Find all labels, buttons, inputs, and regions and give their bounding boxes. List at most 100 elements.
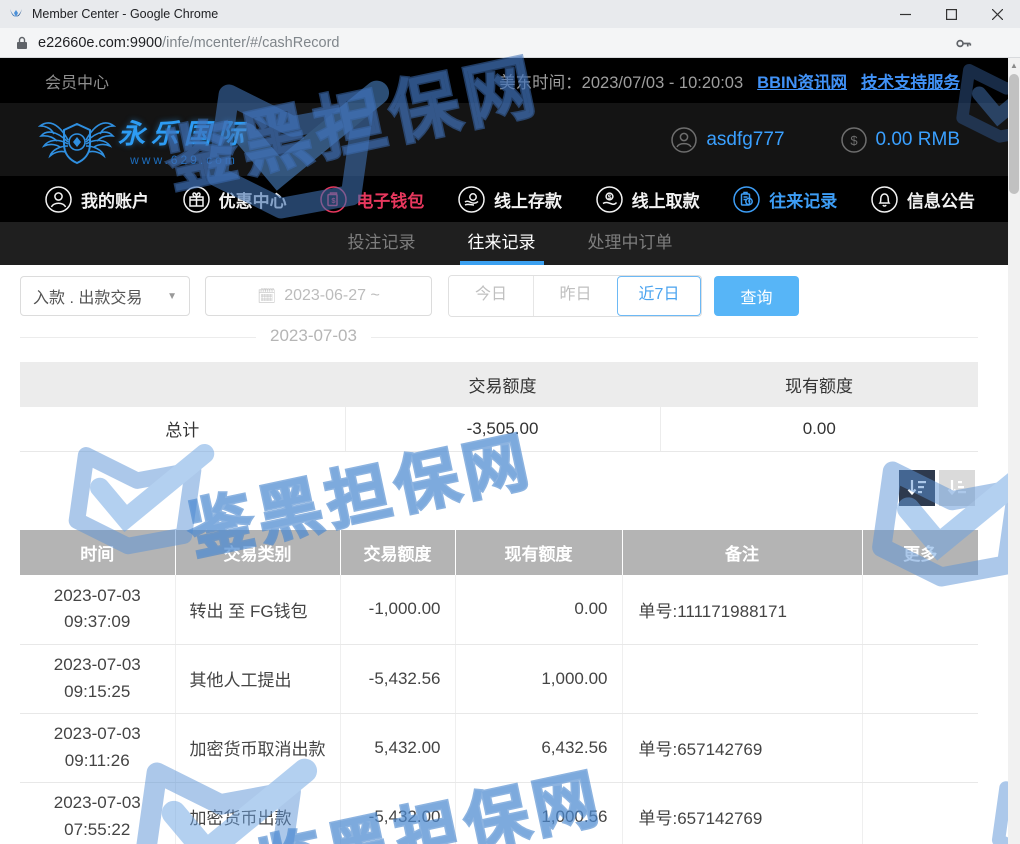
summary-header-amount: 交易额度 [345,362,660,407]
date-group-separator: 2023-07-03 [20,337,978,338]
col-type: 交易类别 [175,530,340,575]
url-host: e22660e.com:9900 [38,35,162,51]
search-button[interactable]: 查询 [714,276,799,316]
cell-balance: 1,000.56 [455,782,622,844]
member-center-page: 会员中心 美东时间：2023/07/03 - 10:20:03 BBIN资讯网 … [0,58,1020,844]
summary-header-row: 交易额度 现有额度 [20,362,978,407]
cell-balance: 0.00 [455,575,622,644]
cell-balance: 1,000.00 [455,644,622,713]
cell-amount: -5,432.00 [340,782,455,844]
cell-time: 2023-07-0309:11:26 [20,713,175,782]
table-row: 2023-07-0309:15:25 其他人工提出 -5,432.56 1,00… [20,644,978,713]
nav-e-wallet[interactable]: $ 电子钱包 [320,186,424,213]
cell-amount: -1,000.00 [340,575,455,644]
svg-text:$: $ [850,133,858,148]
nav-my-account[interactable]: 我的账户 [45,186,149,213]
table-row: 2023-07-03 09:37:09 转出 至 FG钱包 -1,000.00 0… [20,575,978,644]
nav-label: 往来记录 [769,187,837,212]
page-title: 会员中心 [45,69,109,93]
col-time: 时间 [20,530,175,575]
maximize-button[interactable] [928,0,974,28]
bbin-news-link[interactable]: BBIN资讯网 [757,69,847,93]
scrollbar-thumb[interactable] [1009,74,1019,194]
records-icon [733,186,760,213]
sort-ascending-icon [946,477,968,499]
summary-table: 交易额度 现有额度 总计 -3,505.00 0.00 [20,362,978,452]
row-date: 2023-07-03 [54,793,141,812]
user-icon [45,186,72,213]
close-button[interactable] [974,0,1020,28]
table-row: 2023-07-0307:55:22 加密货币出款 -5,432.00 1,00… [20,782,978,844]
today-button[interactable]: 今日 [449,276,533,316]
cell-time: 2023-07-03 09:37:09 [20,575,175,644]
minimize-button[interactable] [882,0,928,28]
nav-announcements[interactable]: 信息公告 [871,186,975,213]
records-table: 时间 交易类别 交易额度 现有额度 备注 更多 2023-07-03 09:37:… [20,530,978,844]
cell-time: 2023-07-0309:15:25 [20,644,175,713]
date-group-label: 2023-07-03 [256,326,371,346]
user-account[interactable]: asdfg777 [671,127,784,153]
withdraw-icon: $ [596,186,623,213]
row-date: 2023-07-03 [54,586,141,605]
filter-bar: 入款 . 出款交易 ▼ 🗓 2023-06-27 ~ 今日 昨日 近7日 查询 [20,276,799,316]
address-bar[interactable]: e22660e.com:9900/infe/mcenter/#/cashReco… [0,28,1020,58]
yesterday-button[interactable]: 昨日 [533,276,617,316]
record-tabs: 投注记录 往来记录 处理中订单 [0,222,1020,265]
transaction-type-select[interactable]: 入款 . 出款交易 ▼ [20,276,190,316]
cell-type: 转出 至 FG钱包 [175,575,340,644]
records-header-row: 时间 交易类别 交易额度 现有额度 备注 更多 [20,530,978,575]
chevron-down-icon: ▼ [167,291,177,302]
ssl-lock-icon [16,36,28,50]
wallet-icon: $ [320,186,347,213]
scroll-up-arrow-icon[interactable]: ▲ [1008,58,1020,72]
nav-transaction-records[interactable]: 往来记录 [733,186,837,213]
cell-note: 单号:657142769 [622,782,862,844]
nav-label: 我的账户 [81,187,149,212]
cell-note: 单号:111171988171 [622,575,862,644]
bell-icon [871,186,898,213]
tab-pending-orders[interactable]: 处理中订单 [586,222,675,265]
col-more: 更多 [862,530,978,575]
logo-wings-icon [38,114,116,166]
col-note: 备注 [622,530,862,575]
cell-more [862,644,978,713]
svg-text:$: $ [332,196,337,205]
date-range-value: 2023-06-27 ~ [284,287,380,305]
sort-ascending-button[interactable] [939,470,975,506]
quick-date-group: 今日 昨日 近7日 [448,275,702,317]
page-scrollbar[interactable]: ▲ [1008,58,1020,844]
top-info-bar: 会员中心 美东时间：2023/07/03 - 10:20:03 BBIN资讯网 … [0,58,1020,103]
summary-total-row: 总计 -3,505.00 0.00 [20,407,978,451]
row-time: 09:11:26 [65,751,130,770]
sort-controls [899,470,975,506]
main-navigation: 我的账户 优惠中心 $ 电子钱包 线上存款 $ 线上取款 [0,176,1020,222]
calendar-icon: 🗓 [257,287,276,305]
nav-online-deposit[interactable]: 线上存款 [458,186,562,213]
balance-amount: 0.00 RMB [876,129,960,151]
site-logo[interactable]: 永乐国际 www.629.com [38,112,250,167]
tab-transaction-records[interactable]: 往来记录 [466,222,538,265]
wallet-balance[interactable]: $ 0.00 RMB [841,127,960,153]
site-favicon [8,6,24,22]
nav-online-withdrawal[interactable]: $ 线上取款 [596,186,700,213]
col-amount: 交易额度 [340,530,455,575]
summary-total-balance: 0.00 [660,407,978,451]
date-range-picker[interactable]: 🗓 2023-06-27 ~ [205,276,432,316]
cell-more [862,782,978,844]
summary-header-balance: 现有额度 [660,362,978,407]
cell-more [862,713,978,782]
password-key-icon[interactable] [955,35,972,52]
sort-descending-button[interactable] [899,470,935,506]
site-header: 永乐国际 www.629.com asdfg777 $ 0.00 RMB [0,103,1020,176]
deposit-icon [458,186,485,213]
cell-type: 加密货币出款 [175,782,340,844]
svg-text:$: $ [607,194,611,201]
last7days-button[interactable]: 近7日 [617,276,701,316]
nav-promotions[interactable]: 优惠中心 [183,186,287,213]
table-row: 2023-07-0309:11:26 加密货币取消出款 5,432.00 6,4… [20,713,978,782]
cell-balance: 6,432.56 [455,713,622,782]
cell-type: 其他人工提出 [175,644,340,713]
tech-support-link[interactable]: 技术支持服务 [861,69,960,93]
row-time: 09:37:09 [64,612,130,631]
tab-betting-records[interactable]: 投注记录 [346,222,418,265]
